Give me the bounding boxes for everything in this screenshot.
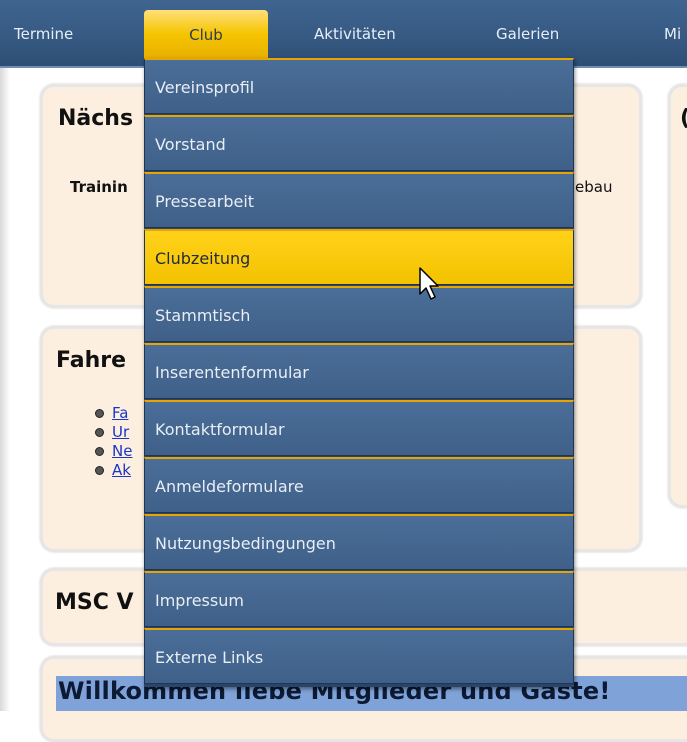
- menu-item-externe-links[interactable]: Externe Links: [144, 628, 574, 684]
- fahrer-link-1[interactable]: Fa: [112, 404, 128, 422]
- next-events-detail-text: ebau: [575, 178, 613, 196]
- menu-item-vorstand[interactable]: Vorstand: [144, 115, 574, 171]
- menu-item-stammtisch[interactable]: Stammtisch: [144, 286, 574, 342]
- menu-item-inserentenformular[interactable]: Inserentenformular: [144, 343, 574, 399]
- left-shadow: [0, 68, 10, 711]
- menu-item-anmeldeformulare[interactable]: Anmeldeformulare: [144, 457, 574, 513]
- right-sidebar-box: [668, 84, 687, 508]
- fahrer-link-4[interactable]: Ak: [112, 461, 131, 479]
- fahrer-title: Fahre: [56, 348, 127, 373]
- menu-item-clubzeitung[interactable]: Clubzeitung: [144, 229, 574, 285]
- right-box-title: (: [680, 106, 687, 131]
- bullet-icon: [95, 447, 104, 456]
- club-dropdown-menu: Vereinsprofil Vorstand Pressearbeit Club…: [144, 58, 574, 687]
- menu-item-kontaktformular[interactable]: Kontaktformular: [144, 400, 574, 456]
- nav-item-termine[interactable]: Termine: [14, 22, 73, 46]
- fahrer-link-2[interactable]: Ur: [112, 423, 129, 441]
- fahrer-link-3[interactable]: Ne: [112, 442, 132, 460]
- next-events-training-label: Trainin: [70, 178, 128, 196]
- next-events-title: Nächs: [58, 106, 134, 131]
- nav-item-mi[interactable]: Mi: [664, 22, 681, 46]
- menu-item-impressum[interactable]: Impressum: [144, 571, 574, 627]
- nav-item-club[interactable]: Club: [144, 10, 268, 58]
- bullet-icon: [95, 466, 104, 475]
- menu-item-nutzungsbedingungen[interactable]: Nutzungsbedingungen: [144, 514, 574, 570]
- menu-item-pressearbeit[interactable]: Pressearbeit: [144, 172, 574, 228]
- nav-item-aktivitaeten[interactable]: Aktivitäten: [314, 22, 396, 46]
- menu-item-vereinsprofil[interactable]: Vereinsprofil: [144, 58, 574, 114]
- nav-item-galerien[interactable]: Galerien: [496, 22, 559, 46]
- bullet-icon: [95, 409, 104, 418]
- mouse-cursor-icon: [419, 267, 439, 300]
- bullet-icon: [95, 428, 104, 437]
- msc-title: MSC V: [55, 590, 134, 615]
